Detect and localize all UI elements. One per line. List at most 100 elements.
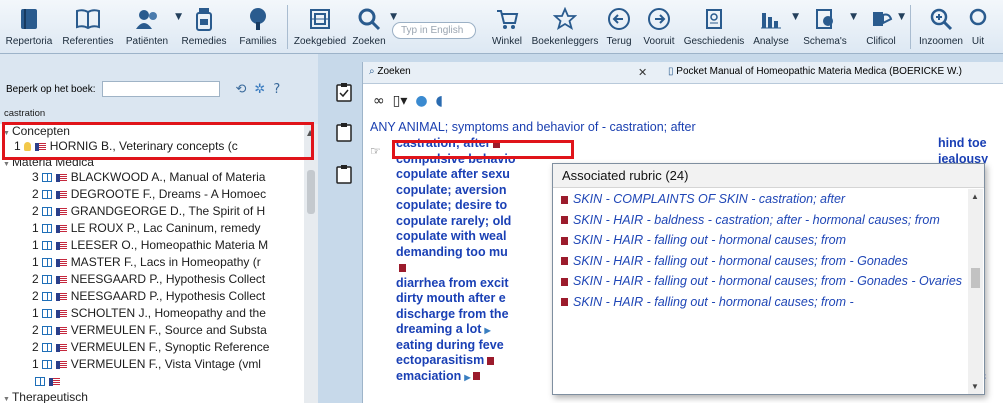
clipboard-dropdown-icon[interactable]: ▯▾	[393, 93, 408, 109]
list-item[interactable]: 1 SCHOLTEN J., Homeopathy and the	[0, 305, 304, 322]
list-item[interactable]: hind toe	[938, 136, 1003, 152]
filter-input[interactable]	[101, 81, 220, 97]
clipboard-check-icon[interactable]	[335, 82, 353, 102]
rubric-text: dreaming a lot	[396, 322, 482, 336]
remedies-button[interactable]: Remedies	[176, 0, 232, 52]
scroll-up-icon[interactable]: ▲	[971, 192, 979, 201]
book-icon	[41, 309, 52, 318]
item-title: MASTER F., Lacs in Homeopathy (r	[70, 255, 261, 269]
collapse-triangle-icon[interactable]: ▼	[3, 396, 10, 403]
item-title: VERMEULEN F., Source and Substa	[70, 323, 267, 337]
rubric-text: demanding too mu	[396, 244, 508, 259]
vooruit-button[interactable]: Vooruit	[637, 0, 681, 52]
repertoria-button[interactable]: Repertoria	[0, 0, 58, 52]
clificol-button[interactable]: Clificol ▼	[855, 0, 907, 52]
boekenleggers-button[interactable]: Boekenleggers	[529, 0, 601, 52]
repertory-book-icon	[15, 6, 43, 32]
tab-book[interactable]: ▯ Pocket Manual of Homeopathic Materia M…	[668, 66, 962, 77]
terug-button[interactable]: Terug	[601, 0, 637, 52]
zoeken-label: Zoeken	[352, 36, 386, 47]
book-tree: ▼ Concepten 1 HORNIG B., Veterinary conce…	[0, 124, 304, 403]
person-icon[interactable]: ◖	[436, 93, 443, 109]
list-item[interactable]: SKIN - HAIR - baldness - castration; aft…	[561, 210, 969, 231]
scroll-down-icon[interactable]: ▼	[971, 382, 979, 391]
rubric-text: eating during feve	[396, 337, 504, 352]
zoeken-button[interactable]: Zoeken ▼	[349, 0, 397, 52]
inzoomen-button[interactable]: Inzoomen	[914, 0, 968, 52]
globe-icon[interactable]: ●	[415, 93, 427, 109]
geschiedenis-button[interactable]: Geschiedenis	[681, 0, 747, 52]
list-item[interactable]: 2 VERMEULEN F., Synoptic Reference	[0, 339, 304, 356]
schemas-label: Schema's	[803, 36, 847, 47]
binoculars-icon[interactable]: ∞	[373, 93, 385, 109]
scroll-thumb[interactable]	[307, 170, 315, 214]
clificol-icon	[867, 6, 895, 32]
item-count: 2	[32, 187, 39, 201]
group-label: Therapeutisch	[11, 390, 88, 403]
list-item[interactable]: SKIN - HAIR - falling out - hormonal cau…	[561, 292, 969, 313]
list-item[interactable]: SKIN - HAIR - falling out - hormonal cau…	[561, 271, 969, 292]
families-button[interactable]: Families	[232, 0, 284, 52]
forward-arrow-icon	[645, 6, 673, 32]
book-icon	[41, 343, 52, 352]
rubric-path: ANY ANIMAL; symptoms and behavior of - c…	[370, 120, 696, 134]
referenties-button[interactable]: Referenties	[58, 0, 118, 52]
book-icon	[41, 360, 52, 369]
tab-zoeken[interactable]: ⌕ Zoeken	[369, 66, 411, 77]
flag-icon	[55, 275, 67, 284]
search-placeholder: Typ in English	[401, 25, 464, 36]
sub-toolbar: ∞ ▯▾ ● ◖	[373, 90, 443, 112]
clipboard-icon[interactable]	[335, 122, 353, 142]
zoekgebied-button[interactable]: Zoekgebied	[291, 0, 349, 52]
chevron-down-icon[interactable]: ▼	[390, 12, 397, 22]
item-title: VERMEULEN F., Synoptic Reference	[70, 340, 270, 354]
collapse-triangle-icon[interactable]: ▼	[3, 161, 10, 168]
rubric-text: SKIN - HAIR - falling out - hormonal cau…	[573, 274, 963, 288]
refresh-icon[interactable]: ⟲	[236, 82, 247, 97]
list-item[interactable]: 2 DEGROOTE F., Dreams - A Homoec	[0, 186, 304, 203]
analyse-button[interactable]: Analyse ▼	[747, 0, 799, 52]
rubric-text: copulate; aversion	[396, 182, 507, 197]
list-item[interactable]: 1 VERMEULEN F., Vista Vintage (vml	[0, 356, 304, 373]
list-item[interactable]: SKIN - COMPLAINTS OF SKIN - castration; …	[561, 189, 969, 210]
list-item[interactable]: 2 VERMEULEN F., Source and Substa	[0, 322, 304, 339]
list-item[interactable]: 1 LEESER O., Homeopathic Materia M	[0, 237, 304, 254]
list-item[interactable]: 2 GRANDGEORGE D., The Spirit of H	[0, 203, 304, 220]
item-title: BLACKWOOD A., Manual of Materia	[70, 170, 266, 184]
tree-scrollbar[interactable]: ▲	[304, 124, 318, 403]
clipboard-icon[interactable]	[335, 164, 353, 184]
item-title: SCHOLTEN J., Homeopathy and the	[70, 306, 266, 320]
popup-scrollbar[interactable]: ▲ ▼	[968, 189, 983, 394]
schemas-button[interactable]: Schema's ▼	[795, 0, 857, 52]
winkel-button[interactable]: Winkel	[485, 0, 529, 52]
item-count: 3	[32, 170, 39, 184]
uitzoomen-button[interactable]: Uit	[968, 0, 988, 52]
item-count: 1	[32, 221, 39, 235]
chevron-down-icon[interactable]: ▼	[898, 12, 905, 22]
list-item[interactable]: 2 NEESGAARD P., Hypothesis Collect	[0, 288, 304, 305]
list-item[interactable]: 1 MASTER F., Lacs in Homeopathy (r	[0, 254, 304, 271]
list-item[interactable]: SKIN - HAIR - falling out - hormonal cau…	[561, 230, 969, 251]
search-area-icon	[306, 6, 334, 32]
list-item[interactable]: 2 NEESGAARD P., Hypothesis Collect	[0, 271, 304, 288]
list-item[interactable]	[0, 373, 304, 390]
close-icon[interactable]: ✕	[638, 66, 647, 79]
list-item[interactable]: 1 LE ROUX P., Lac Caninum, remedy	[0, 220, 304, 237]
patienten-button[interactable]: Patiënten ▼	[118, 0, 182, 52]
flag-icon	[55, 241, 67, 250]
scroll-thumb[interactable]	[971, 268, 980, 288]
tree-group-therapeutisch[interactable]: ▼ Therapeutisch	[0, 390, 304, 403]
help-icon[interactable]: ?	[273, 82, 280, 97]
rubric-text: emaciation	[396, 368, 462, 383]
flag-icon	[55, 360, 67, 369]
remedy-marker-icon	[561, 257, 568, 266]
rubric-text: diarrhea from excit	[396, 275, 509, 290]
toolbar-search-input[interactable]: Typ in English	[392, 22, 476, 39]
book-results-panel: Beperk op het boek: ⟲ ✲ ? castration ▼ Co…	[0, 54, 318, 403]
highlight-box-castration	[392, 140, 574, 159]
list-item[interactable]: SKIN - HAIR - falling out - hormonal cau…	[561, 251, 969, 272]
list-item[interactable]: 3 BLACKWOOD A., Manual of Materia	[0, 169, 304, 186]
flag-icon	[55, 326, 67, 335]
rubric-text: copulate rarely; old	[396, 213, 512, 228]
gear-icon[interactable]: ✲	[254, 82, 265, 97]
